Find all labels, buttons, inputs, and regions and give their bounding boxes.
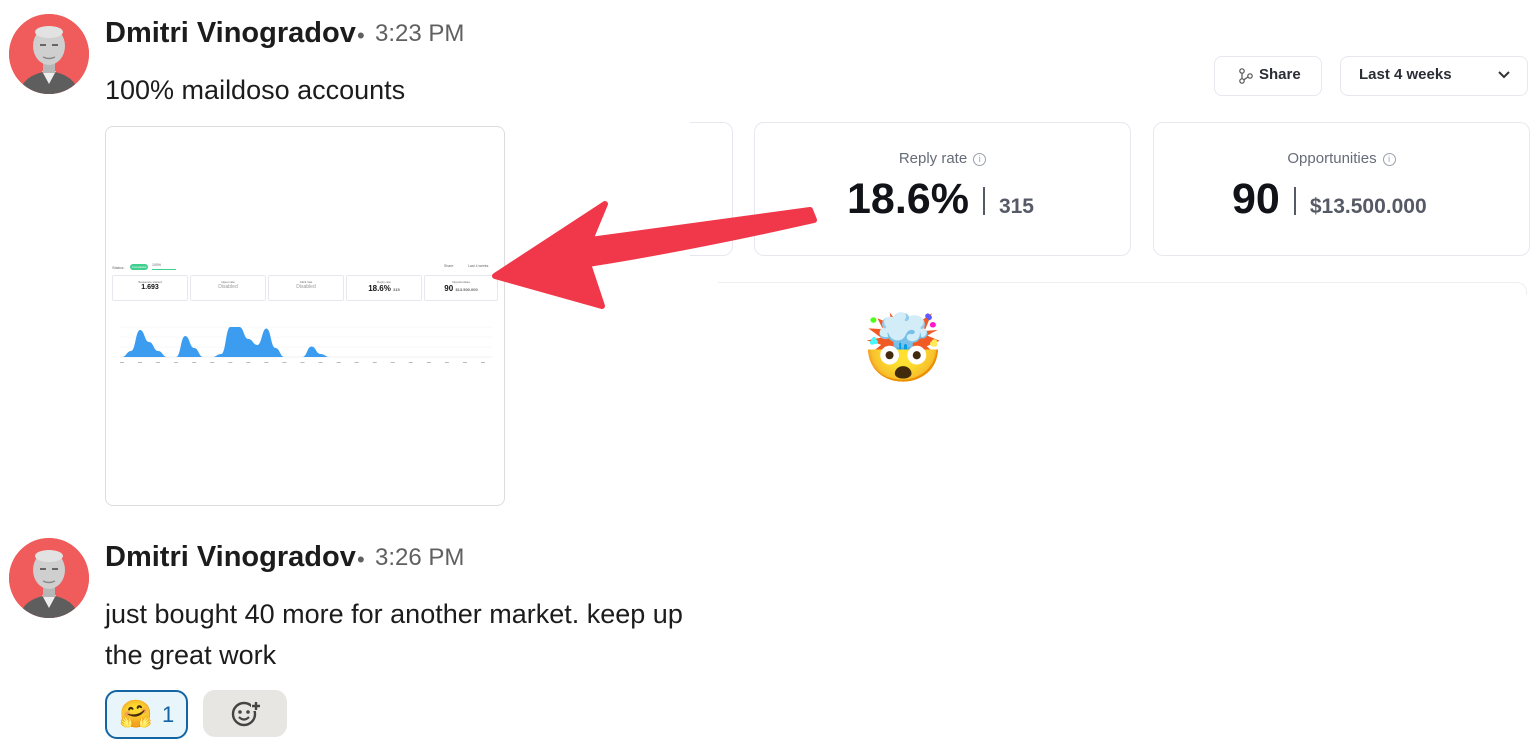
timestamp[interactable]: 3:23 PM bbox=[375, 20, 464, 48]
opportunities-amount: $13.500.000 bbox=[1309, 195, 1427, 218]
thumb-status-label: Status: bbox=[112, 265, 125, 270]
thumb-x-tick bbox=[138, 362, 143, 363]
separator-dot: • bbox=[357, 23, 365, 48]
author-name[interactable]: Dmitri Vinogradov bbox=[105, 17, 356, 50]
thumb-area-chart bbox=[120, 326, 492, 363]
thumb-x-tick bbox=[372, 362, 377, 363]
chart-card-top-border bbox=[718, 282, 1527, 295]
thumb-x-tick bbox=[264, 362, 269, 363]
message-text-line: the great work bbox=[105, 640, 277, 670]
thumb-card: Click rate Disabled bbox=[268, 275, 344, 301]
reply-rate-label: Reply rate i bbox=[755, 150, 1130, 167]
thumb-status-row: Status: Completed 100% Share Last 4 week… bbox=[112, 263, 496, 273]
thumb-x-tick bbox=[300, 362, 305, 363]
thumb-progress: 100% bbox=[152, 263, 161, 267]
thumb-x-tick bbox=[408, 362, 413, 363]
thumb-area-series bbox=[122, 327, 492, 357]
separator-dot: • bbox=[357, 547, 365, 572]
share-label: Share bbox=[1259, 66, 1301, 83]
thumb-x-tick bbox=[228, 362, 233, 363]
image-attachment[interactable]: Status: Completed 100% Share Last 4 week… bbox=[105, 126, 505, 506]
mind-blown-emoji: 🤯 bbox=[862, 311, 945, 385]
thumb-x-tick bbox=[462, 362, 467, 363]
avatar[interactable] bbox=[9, 538, 89, 618]
thumb-x-tick bbox=[390, 362, 395, 363]
reaction-hug[interactable]: 🤗 1 bbox=[105, 690, 188, 739]
thumb-status-badge: Completed bbox=[130, 264, 148, 270]
thumb-x-tick bbox=[336, 362, 341, 363]
thumb-card: Reply rate 18.6% 315 bbox=[346, 275, 422, 301]
timestamp[interactable]: 3:26 PM bbox=[375, 544, 464, 572]
reply-rate-values: 18.6% 315 bbox=[847, 175, 1034, 224]
thumb-x-tick bbox=[318, 362, 323, 363]
hug-emoji: 🤗 bbox=[119, 699, 153, 729]
thumb-x-tick bbox=[444, 362, 449, 363]
avatar[interactable] bbox=[9, 14, 89, 94]
opportunities-card: Opportunities i 90 $13.500.000 bbox=[1153, 122, 1530, 256]
share-button[interactable]: Share bbox=[1214, 56, 1322, 96]
red-arrow-annotation bbox=[492, 201, 817, 309]
add-emoji-icon bbox=[231, 701, 261, 727]
date-range-dropdown[interactable]: Last 4 weeks bbox=[1340, 56, 1528, 96]
thumb-cards: Sequence started 1.693 Open rate Disable… bbox=[112, 275, 498, 301]
opportunities-value: 90 bbox=[1232, 175, 1280, 223]
thumb-x-tick bbox=[120, 362, 124, 363]
thumb-card: Open rate Disabled bbox=[190, 275, 266, 301]
info-icon[interactable]: i bbox=[973, 153, 987, 166]
thumb-x-tick bbox=[174, 362, 179, 363]
message-text-line: just bought 40 more for another market. … bbox=[105, 599, 683, 629]
chevron-down-icon bbox=[1498, 71, 1510, 79]
value-divider bbox=[1293, 187, 1296, 215]
thumb-x-tick bbox=[246, 362, 251, 363]
thumb-card: Sequence started 1.693 bbox=[112, 275, 188, 301]
reply-count: 315 bbox=[998, 195, 1034, 218]
reaction-count: 1 bbox=[162, 702, 175, 727]
thumb-x-tick bbox=[354, 362, 359, 363]
share-icon bbox=[1239, 68, 1253, 84]
thumb-progress-bar bbox=[152, 269, 176, 270]
opportunities-label: Opportunities i bbox=[1154, 150, 1529, 167]
reply-rate-value: 18.6% bbox=[847, 175, 969, 223]
author-name[interactable]: Dmitri Vinogradov bbox=[105, 541, 356, 574]
thumb-x-tick bbox=[480, 362, 485, 363]
thumb-x-tick bbox=[156, 362, 161, 363]
opportunities-values: 90 $13.500.000 bbox=[1232, 175, 1427, 224]
date-range-label: Last 4 weeks bbox=[1359, 66, 1452, 83]
thumb-x-tick bbox=[192, 362, 197, 363]
thumb-x-tick bbox=[210, 362, 215, 363]
add-reaction-button[interactable] bbox=[203, 690, 287, 737]
thumb-x-tick bbox=[426, 362, 431, 363]
info-icon[interactable]: i bbox=[1382, 153, 1396, 166]
thumb-x-tick bbox=[282, 362, 287, 363]
value-divider bbox=[982, 187, 985, 215]
message-text: 100% maildoso accounts bbox=[105, 75, 406, 105]
thumb-share: Share bbox=[444, 264, 454, 268]
